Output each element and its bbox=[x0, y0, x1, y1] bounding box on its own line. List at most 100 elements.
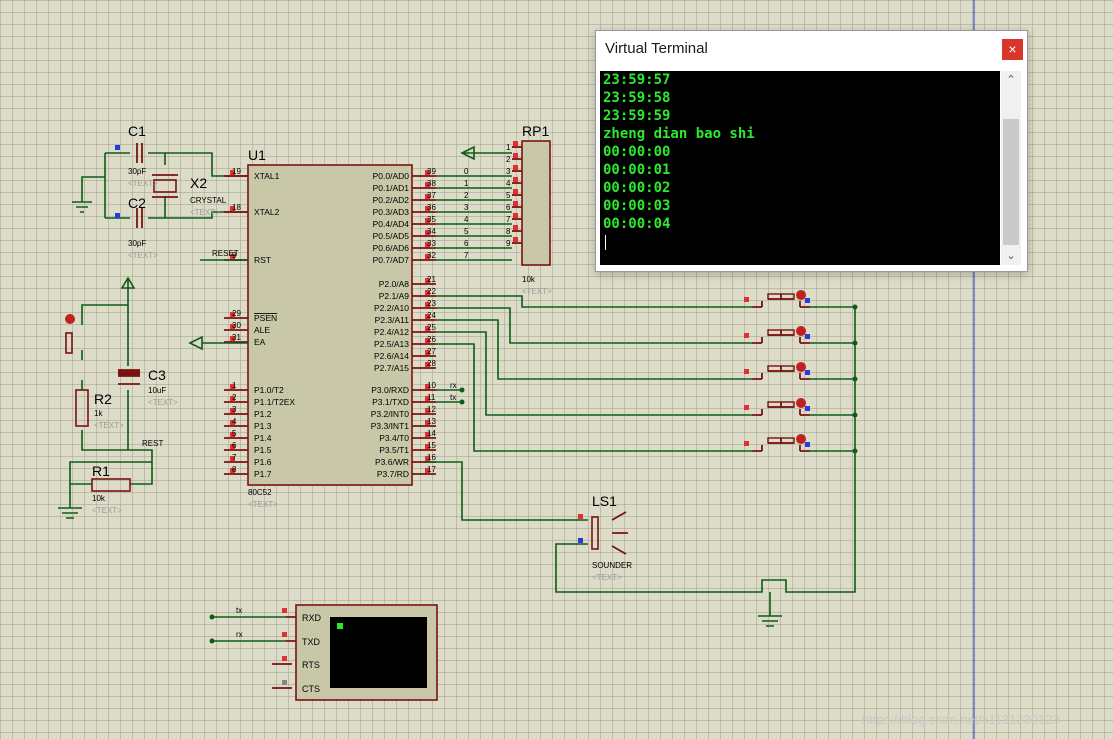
u1-pin-num: 5 bbox=[232, 429, 237, 438]
u1-microcontroller[interactable]: U1 80C52 <TEXT> 19 XTAL118 XTAL29 RST29 PSEN… bbox=[224, 147, 512, 509]
u1-pin-num: 22 bbox=[427, 287, 436, 296]
scroll-down-icon[interactable]: ⌄ bbox=[1001, 247, 1021, 265]
rp1-pin-num: 3 bbox=[506, 167, 511, 176]
terminal-line: zheng dian bao shi bbox=[603, 126, 755, 142]
u1-pin-name: XTAL2 bbox=[254, 207, 280, 217]
vterm-pin-cts: CTS bbox=[302, 684, 320, 694]
scroll-up-icon[interactable]: ⌃ bbox=[1001, 71, 1021, 89]
virtual-terminal-window[interactable]: Virtual Terminal × 23:59:57 23:59:58 23:59… bbox=[595, 30, 1028, 272]
u1-pin-num: 7 bbox=[232, 453, 237, 462]
u1-pin-name: P1.0/T2 bbox=[254, 385, 284, 395]
terminal-line: 00:00:02 bbox=[603, 180, 671, 196]
u1-pin-num: 33 bbox=[427, 239, 436, 248]
ls1-value: SOUNDER bbox=[592, 561, 632, 570]
vterm-pin-txd: TXD bbox=[302, 637, 321, 647]
u1-text: <TEXT> bbox=[248, 500, 278, 509]
terminal-line: 00:00:04 bbox=[603, 216, 671, 232]
u1-pin-num: 39 bbox=[427, 167, 436, 176]
serial-net-label: tx bbox=[450, 393, 456, 402]
p0-net-label: 6 bbox=[464, 239, 469, 248]
u1-pin-name: P0.1/AD1 bbox=[373, 183, 410, 193]
u1-pin-num: 21 bbox=[427, 275, 436, 284]
reset-net-label: RESET bbox=[212, 249, 239, 258]
u1-pin-num: 14 bbox=[427, 429, 436, 438]
reset-circuit[interactable]: RESET REST C3 10uF <TEXT> R2 1k <TEXT> R… bbox=[58, 249, 248, 519]
u1-pin-num: 32 bbox=[427, 251, 436, 260]
u1-pin-name: P3.2/INT0 bbox=[371, 409, 410, 419]
virtual-terminal-component[interactable]: tx rx RXD TXD RTS CTS bbox=[209, 604, 438, 701]
u1-pin-num: 36 bbox=[427, 203, 436, 212]
u1-part: 80C52 bbox=[248, 488, 272, 497]
r1-text: <TEXT> bbox=[92, 506, 122, 515]
terminal-line: 23:59:58 bbox=[603, 90, 671, 106]
u1-pin-name: P2.6/A14 bbox=[374, 351, 409, 361]
u1-pin-name: XTAL1 bbox=[254, 171, 280, 181]
x2-ref: X2 bbox=[190, 175, 207, 191]
p0-net-label: 1 bbox=[464, 179, 469, 188]
u1-pin-name: P3.4/T0 bbox=[379, 433, 409, 443]
window-titlebar[interactable]: Virtual Terminal × bbox=[596, 31, 1027, 67]
u1-pin-name: P0.2/AD2 bbox=[373, 195, 410, 205]
u1-pin-num: 3 bbox=[232, 405, 237, 414]
rp1-ref: RP1 bbox=[522, 123, 549, 139]
u1-pin-num: 28 bbox=[427, 359, 436, 368]
u1-pin-num: 30 bbox=[232, 321, 241, 330]
u1-pin-num: 24 bbox=[427, 311, 436, 320]
rp1-resistor-pack[interactable]: RP1 10k <TEXT> 1 2 3 4 5 6 7 8 9 bbox=[460, 123, 552, 296]
u1-pin-name: P3.7/RD bbox=[377, 469, 409, 479]
u1-pin-name: P3.0/RXD bbox=[371, 385, 409, 395]
close-icon[interactable]: × bbox=[1002, 39, 1023, 60]
u1-pin-name: P0.3/AD3 bbox=[373, 207, 410, 217]
u1-pin-name: P0.0/AD0 bbox=[373, 171, 410, 181]
u1-pin-name: P1.5 bbox=[254, 445, 272, 455]
u1-pin-name: P1.7 bbox=[254, 469, 272, 479]
c3-ref: C3 bbox=[148, 367, 166, 383]
u1-pin-num: 16 bbox=[427, 453, 436, 462]
u1-pin-name: P0.7/AD7 bbox=[373, 255, 410, 265]
u1-pin-num: 15 bbox=[427, 441, 436, 450]
u1-pin-num: 37 bbox=[427, 191, 436, 200]
scrollbar-thumb[interactable] bbox=[1003, 119, 1019, 245]
p0-net-label: 4 bbox=[464, 215, 469, 224]
u1-pin-num: 25 bbox=[427, 323, 436, 332]
u1-pin-name: P2.0/A8 bbox=[379, 279, 410, 289]
reset-net-label-2: REST bbox=[142, 439, 163, 448]
keypad-buttons[interactable] bbox=[436, 290, 858, 627]
ls1-text: <TEXT> bbox=[592, 573, 622, 582]
u1-pin-name: P1.3 bbox=[254, 421, 272, 431]
u1-pin-num: 2 bbox=[232, 393, 237, 402]
x2-text: <TEXT> bbox=[190, 208, 220, 217]
c1-value: 30pF bbox=[128, 167, 146, 176]
u1-pin-num: 10 bbox=[427, 381, 436, 390]
u1-pin-num: 17 bbox=[427, 465, 436, 474]
u1-pin-num: 6 bbox=[232, 441, 237, 450]
rp1-pin-num: 5 bbox=[506, 191, 511, 200]
ls1-ref: LS1 bbox=[592, 493, 617, 509]
watermark-text: https://blog.csdn.net/x1131230123 bbox=[862, 712, 1060, 727]
u1-ref: U1 bbox=[248, 147, 266, 163]
rp1-pin-num: 6 bbox=[506, 203, 511, 212]
terminal-scrollbar[interactable]: ⌃ ⌄ bbox=[1001, 71, 1021, 265]
u1-pin-name: P3.3/INT1 bbox=[371, 421, 410, 431]
terminal-line: 23:59:59 bbox=[603, 108, 671, 124]
vterm-net-tx: tx bbox=[236, 606, 242, 615]
rp1-pin-num: 1 bbox=[506, 143, 511, 152]
u1-pin-name: P1.1/T2EX bbox=[254, 397, 295, 407]
u1-pin-name: P0.5/AD5 bbox=[373, 231, 410, 241]
p0-net-label: 2 bbox=[464, 191, 469, 200]
crystal-circuit[interactable]: C1 30pF <TEXT> C2 30pF <TEXT> X2 CRYSTAL… bbox=[72, 123, 248, 260]
terminal-line: 00:00:01 bbox=[603, 162, 671, 178]
u1-pin-num: 27 bbox=[427, 347, 436, 356]
u1-pin-name: P2.7/A15 bbox=[374, 363, 409, 373]
u1-pin-num: 13 bbox=[427, 417, 436, 426]
u1-pin-name: P2.4/A12 bbox=[374, 327, 409, 337]
u1-pin-name: P2.2/A10 bbox=[374, 303, 409, 313]
u1-pin-num: 29 bbox=[232, 309, 241, 318]
rp1-pin-num: 9 bbox=[506, 239, 511, 248]
terminal-screen[interactable]: 23:59:57 23:59:58 23:59:59 zheng dian bao s… bbox=[600, 71, 1000, 265]
x2-value: CRYSTAL bbox=[190, 196, 227, 205]
u1-pin-num: 18 bbox=[232, 203, 241, 212]
ls1-sounder[interactable]: LS1 SOUNDER <TEXT> bbox=[424, 461, 632, 582]
u1-pin-name: PSEN bbox=[254, 313, 277, 323]
u1-pin-name: P3.6/WR bbox=[375, 457, 409, 467]
